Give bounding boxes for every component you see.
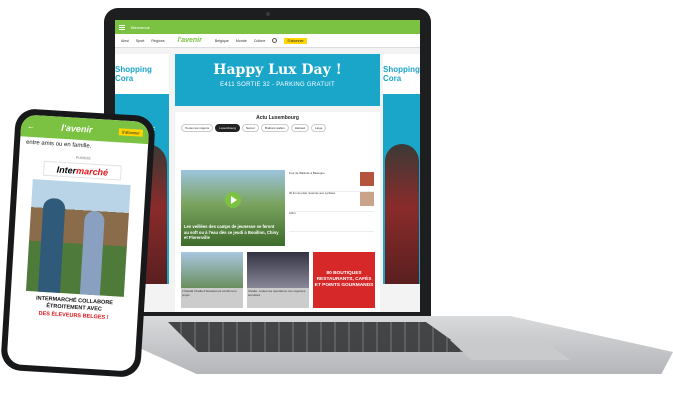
tab-region[interactable]: Toutes les régions [181,124,214,132]
search-icon[interactable] [272,38,278,43]
ad-person-image [385,144,419,284]
back-arrow-icon[interactable]: ← [27,121,36,130]
farmers-image[interactable] [25,179,131,297]
farmer-figure [79,210,105,296]
card-image [247,252,309,288]
topbar-label: Bienvenue [131,24,150,30]
site-topbar: Bienvenue [115,20,420,34]
card-caption: Vivalia : toutes les opérations non urge… [248,289,306,297]
menu-icon[interactable] [119,24,125,30]
nav-item[interactable]: Belgique [215,39,229,43]
laptop-screen: Bienvenue Ainsi Sport Régions l'avenir B… [115,20,420,312]
region-tabs: Toutes les régions Luxembourg Namur Brab… [175,121,380,135]
list-item[interactable]: 30 km de piste réservés aux cyclistes [289,191,374,212]
ad-banner[interactable]: Happy Lux Day ! E411 SORTIE 32 - PARKING… [175,54,380,106]
subscribe-button[interactable]: S'abonner [284,37,307,44]
shopping-logo: Shopping Cora [115,54,169,94]
hero-article[interactable]: Les veillées des camps de jeunesse se fe… [181,170,285,246]
phone-device: ← l'avenir S'abonner entre amis ou en fa… [0,107,156,379]
tab-region[interactable]: Luxembourg [215,124,240,132]
promo-card[interactable]: 80 BOUTIQUES RESTAURANTS, CAFÉS ET POINT… [313,252,375,308]
list-item[interactable]: Tour de Wallonie à Bastogne [289,171,374,192]
ad-subtitle: E411 SORTIE 32 - PARKING GRATUIT [220,82,335,88]
device-mockup: Bienvenue Ainsi Sport Régions l'avenir B… [0,0,673,403]
list-item[interactable]: Arlon [289,211,374,232]
list-item-title: Tour de Wallonie à Bastogne [289,171,325,175]
nav-item[interactable]: Monde [236,39,247,43]
article-card[interactable]: Vivalia : toutes les opérations non urge… [247,252,309,308]
site-logo[interactable]: l'avenir [178,37,202,44]
article-list: Tour de Wallonie à Bastogne 30 km de pis… [289,171,374,232]
nav-item[interactable]: Culture [254,39,266,43]
shopping-logo: Shopping Cora [383,54,420,94]
site-nav: Ainsi Sport Régions l'avenir Belgique Mo… [115,34,420,48]
play-icon[interactable] [225,192,241,208]
phone-screen: ← l'avenir S'abonner entre amis ou en fa… [6,114,150,372]
nav-item[interactable]: Régions [151,39,164,43]
farmer-figure [37,197,66,293]
list-item-thumbnail [360,172,374,186]
tab-region[interactable]: Brabant wallon [260,124,289,132]
tab-region[interactable]: Namur [241,124,259,132]
card-caption: L'hôpital Vivalia d'Houdemont confirme l… [182,289,237,297]
laptop-keyboard [168,322,468,352]
nav-item[interactable]: Sport [136,39,145,43]
webcam [266,12,270,16]
list-item-thumbnail [360,192,374,206]
ad-headline[interactable]: INTERMARCHÉ COLLABORE ÉTROITEMENT AVEC D… [9,294,138,324]
logo-part: Inter [56,164,77,176]
phone-subscribe-button[interactable]: S'abonner [118,127,144,137]
list-item-title: Arlon [289,211,296,215]
ad-title: Happy Lux Day ! [213,62,342,78]
intermarche-logo[interactable]: Inter marché [43,160,122,181]
logo-part: marché [75,165,109,178]
list-item-title: 30 km de piste réservés aux cyclistes [289,191,336,195]
card-image [181,252,243,288]
main-content: Actu Luxembourg Toutes les régions Luxem… [175,112,380,312]
phone-logo[interactable]: l'avenir [61,123,93,135]
tab-region[interactable]: Hainaut [290,124,310,132]
hero-caption: Les veillées des camps de jeunesse se fe… [184,224,279,240]
article-card[interactable]: L'hôpital Vivalia d'Houdemont confirme l… [181,252,243,308]
tab-region[interactable]: Liège [311,124,327,132]
side-ad-right[interactable]: Shopping Cora [383,54,420,284]
nav-item[interactable]: Ainsi [121,39,129,43]
card-row: L'hôpital Vivalia d'Houdemont confirme l… [181,252,375,308]
